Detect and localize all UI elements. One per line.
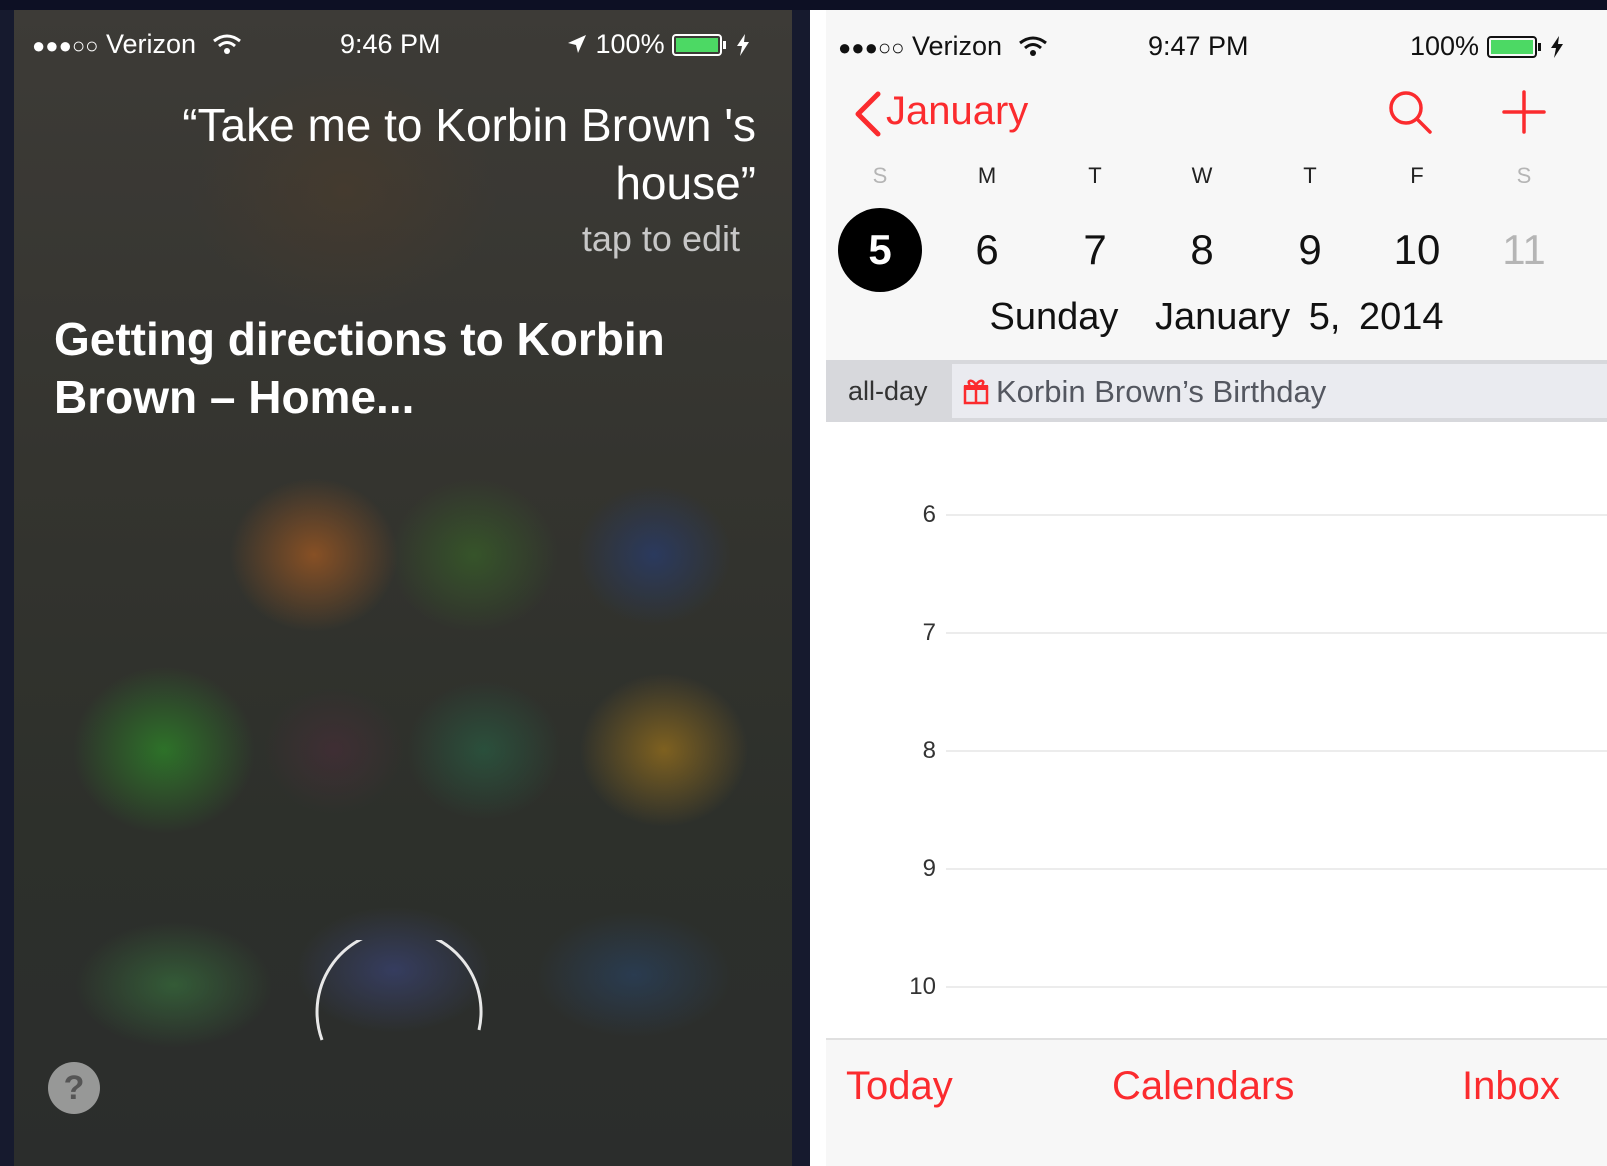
battery-percent: 100% bbox=[1410, 31, 1480, 61]
battery-icon bbox=[672, 34, 727, 56]
battery-icon bbox=[1486, 36, 1541, 58]
wifi-icon bbox=[212, 34, 241, 54]
day-cell[interactable]: 10 bbox=[1375, 208, 1459, 292]
tap-to-edit-link[interactable]: tap to edit bbox=[582, 216, 740, 262]
hour-label: 7 bbox=[922, 619, 936, 646]
hour-label: 8 bbox=[922, 737, 936, 764]
charging-bolt-icon bbox=[736, 34, 749, 56]
all-day-event[interactable]: Korbin Brown’s Birthday bbox=[952, 364, 1607, 418]
status-bar-right: 100% bbox=[566, 24, 750, 64]
weekday-label: F bbox=[1410, 163, 1424, 188]
status-bar-left: ●●●○○ Verizon bbox=[838, 26, 1048, 66]
add-event-icon[interactable] bbox=[1500, 88, 1548, 136]
gift-icon bbox=[963, 379, 989, 405]
charging-bolt-icon bbox=[1551, 36, 1564, 58]
weekday-label: M bbox=[977, 163, 997, 188]
battery-percent: 100% bbox=[595, 29, 665, 59]
all-day-label: all-day bbox=[848, 376, 928, 406]
all-day-row: all-day Korbin Brown’s Birthday bbox=[826, 360, 1607, 422]
tab-inbox[interactable]: Inbox bbox=[1462, 1060, 1560, 1112]
hour-line bbox=[946, 632, 1607, 634]
weekday-label: T bbox=[1303, 163, 1317, 188]
day-cell[interactable]: 8 bbox=[1160, 208, 1244, 292]
chevron-left-icon[interactable] bbox=[852, 90, 882, 138]
day-cell[interactable]: 7 bbox=[1053, 208, 1137, 292]
day-cell[interactable]: 6 bbox=[945, 208, 1029, 292]
top-edge bbox=[0, 0, 1607, 10]
hour-line bbox=[946, 750, 1607, 752]
signal-dots: ●●●○○ bbox=[32, 33, 99, 58]
selected-weekday: Sunday bbox=[989, 296, 1119, 338]
calendar-screen: ●●●○○ Verizon 9:47 PM 100% January S M T… bbox=[810, 10, 1607, 1166]
day-selected[interactable]: 5 bbox=[838, 208, 922, 292]
hour-line bbox=[946, 986, 1607, 988]
tab-bar: Today Calendars Inbox bbox=[826, 1038, 1607, 1166]
status-time: 9:46 PM bbox=[340, 29, 441, 59]
signal-dots: ●●●○○ bbox=[838, 35, 905, 60]
carrier-label: Verizon bbox=[911, 31, 1003, 61]
weekday-label: W bbox=[1191, 163, 1213, 188]
weekday-label: T bbox=[1088, 163, 1102, 188]
hour-line bbox=[946, 514, 1607, 516]
status-bar-left: ●●●○○ Verizon bbox=[32, 24, 242, 64]
selected-date: January 5, 2014 bbox=[1154, 296, 1444, 338]
tab-calendars[interactable]: Calendars bbox=[1112, 1060, 1294, 1112]
hour-label: 9 bbox=[922, 855, 936, 882]
day-cell[interactable]: 9 bbox=[1268, 208, 1352, 292]
calendar-header: ●●●○○ Verizon 9:47 PM 100% January S M T… bbox=[826, 10, 1607, 360]
event-title: Korbin Brown’s Birthday bbox=[996, 374, 1327, 409]
status-time: 9:47 PM bbox=[1148, 31, 1249, 61]
weekday-label: S bbox=[872, 163, 888, 188]
day-cell[interactable]: 11 bbox=[1482, 208, 1566, 292]
hour-label: 10 bbox=[909, 973, 936, 1000]
siri-user-query: “Take me to Korbin Brown 's house” bbox=[182, 99, 756, 209]
location-arrow-icon bbox=[568, 35, 586, 53]
siri-screen: ●●●○○ Verizon 9:46 PM 100% “Take me to K… bbox=[14, 10, 792, 1166]
search-icon[interactable] bbox=[1386, 88, 1434, 136]
back-month-button[interactable]: January bbox=[886, 85, 1028, 137]
help-button[interactable]: ? bbox=[48, 1062, 100, 1114]
status-bar-right: 100% bbox=[1410, 26, 1564, 66]
weekday-label: S bbox=[1516, 163, 1532, 188]
hour-label: 6 bbox=[922, 501, 936, 528]
tab-today[interactable]: Today bbox=[846, 1060, 953, 1112]
wifi-icon bbox=[1018, 36, 1047, 56]
hour-line bbox=[946, 868, 1607, 870]
carrier-label: Verizon bbox=[105, 29, 197, 59]
siri-listening-arc-icon[interactable] bbox=[304, 940, 504, 1100]
siri-response: Getting directions to Korbin Brown – Hom… bbox=[54, 313, 665, 423]
selected-date-title: Sunday January 5, 2014 bbox=[826, 292, 1607, 342]
